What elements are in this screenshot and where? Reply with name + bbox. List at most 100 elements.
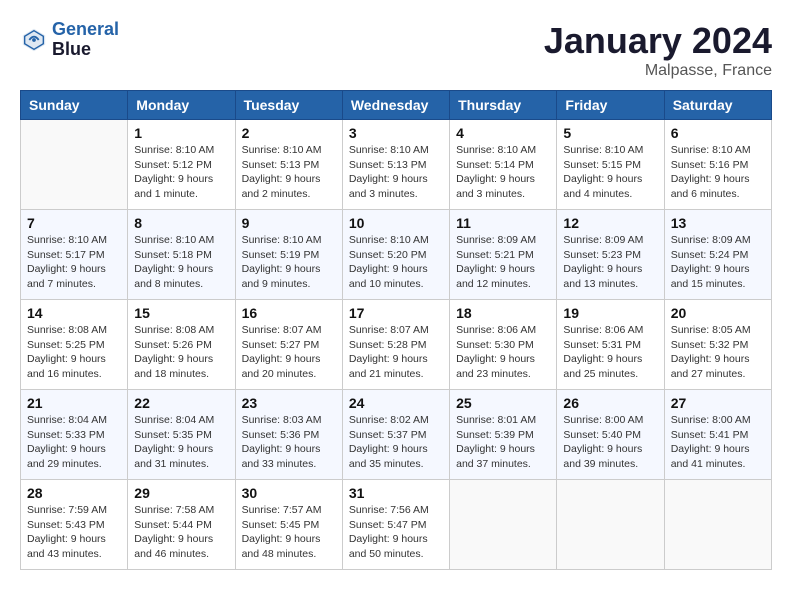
cell-info: Sunrise: 8:04 AMSunset: 5:35 PMDaylight:… [134, 413, 228, 472]
calendar-cell [557, 480, 664, 570]
cell-info: Sunrise: 8:09 AMSunset: 5:23 PMDaylight:… [563, 233, 657, 292]
calendar-cell: 14 Sunrise: 8:08 AMSunset: 5:25 PMDayligh… [21, 300, 128, 390]
calendar-cell: 27 Sunrise: 8:00 AMSunset: 5:41 PMDayligh… [664, 390, 771, 480]
cell-info: Sunrise: 8:09 AMSunset: 5:21 PMDaylight:… [456, 233, 550, 292]
cell-info: Sunrise: 7:57 AMSunset: 5:45 PMDaylight:… [242, 503, 336, 562]
calendar-cell: 8 Sunrise: 8:10 AMSunset: 5:18 PMDaylight… [128, 210, 235, 300]
calendar-cell: 29 Sunrise: 7:58 AMSunset: 5:44 PMDayligh… [128, 480, 235, 570]
day-header-wednesday: Wednesday [342, 91, 449, 120]
date-number: 17 [349, 305, 443, 321]
date-number: 7 [27, 215, 121, 231]
date-number: 26 [563, 395, 657, 411]
cell-info: Sunrise: 8:10 AMSunset: 5:20 PMDaylight:… [349, 233, 443, 292]
calendar-cell: 19 Sunrise: 8:06 AMSunset: 5:31 PMDayligh… [557, 300, 664, 390]
day-header-sunday: Sunday [21, 91, 128, 120]
calendar-cell: 31Sunrise: 7:56 AMSunset: 5:47 PMDayligh… [342, 480, 449, 570]
day-header-saturday: Saturday [664, 91, 771, 120]
date-number: 14 [27, 305, 121, 321]
date-number: 24 [349, 395, 443, 411]
date-number: 18 [456, 305, 550, 321]
header-row: SundayMondayTuesdayWednesdayThursdayFrid… [21, 91, 772, 120]
date-number: 9 [242, 215, 336, 231]
cell-info: Sunrise: 8:07 AMSunset: 5:27 PMDaylight:… [242, 323, 336, 382]
cell-info: Sunrise: 8:00 AMSunset: 5:40 PMDaylight:… [563, 413, 657, 472]
date-number: 16 [242, 305, 336, 321]
cell-info: Sunrise: 8:05 AMSunset: 5:32 PMDaylight:… [671, 323, 765, 382]
date-number: 27 [671, 395, 765, 411]
date-number: 23 [242, 395, 336, 411]
calendar-cell: 21 Sunrise: 8:04 AMSunset: 5:33 PMDayligh… [21, 390, 128, 480]
calendar-cell: 25Sunrise: 8:01 AMSunset: 5:39 PMDayligh… [450, 390, 557, 480]
cell-info: Sunrise: 8:10 AMSunset: 5:19 PMDaylight:… [242, 233, 336, 292]
week-row-5: 28Sunrise: 7:59 AMSunset: 5:43 PMDayligh… [21, 480, 772, 570]
calendar-cell: 20 Sunrise: 8:05 AMSunset: 5:32 PMDayligh… [664, 300, 771, 390]
cell-info: Sunrise: 8:02 AMSunset: 5:37 PMDaylight:… [349, 413, 443, 472]
calendar-cell: 24 Sunrise: 8:02 AMSunset: 5:37 PMDayligh… [342, 390, 449, 480]
calendar-title: January 2024 [544, 20, 772, 62]
calendar-cell: 6 Sunrise: 8:10 AMSunset: 5:16 PMDaylight… [664, 120, 771, 210]
date-number: 19 [563, 305, 657, 321]
week-row-3: 14 Sunrise: 8:08 AMSunset: 5:25 PMDayligh… [21, 300, 772, 390]
cell-info: Sunrise: 7:59 AMSunset: 5:43 PMDaylight:… [27, 503, 121, 562]
page-header: General Blue January 2024 Malpasse, Fran… [20, 20, 772, 80]
date-number: 2 [242, 125, 336, 141]
cell-info: Sunrise: 8:08 AMSunset: 5:25 PMDaylight:… [27, 323, 121, 382]
calendar-cell: 13Sunrise: 8:09 AMSunset: 5:24 PMDayligh… [664, 210, 771, 300]
calendar-cell: 30 Sunrise: 7:57 AMSunset: 5:45 PMDayligh… [235, 480, 342, 570]
date-number: 15 [134, 305, 228, 321]
date-number: 30 [242, 485, 336, 501]
date-number: 10 [349, 215, 443, 231]
calendar-cell: 26 Sunrise: 8:00 AMSunset: 5:40 PMDayligh… [557, 390, 664, 480]
calendar-cell: 2 Sunrise: 8:10 AMSunset: 5:13 PMDaylight… [235, 120, 342, 210]
week-row-1: 1 Sunrise: 8:10 AMSunset: 5:12 PMDaylight… [21, 120, 772, 210]
cell-info: Sunrise: 8:09 AMSunset: 5:24 PMDaylight:… [671, 233, 765, 292]
calendar-cell [664, 480, 771, 570]
calendar-table: SundayMondayTuesdayWednesdayThursdayFrid… [20, 90, 772, 570]
cell-info: Sunrise: 8:03 AMSunset: 5:36 PMDaylight:… [242, 413, 336, 472]
cell-info: Sunrise: 8:10 AMSunset: 5:12 PMDaylight:… [134, 143, 228, 202]
date-number: 5 [563, 125, 657, 141]
cell-info: Sunrise: 8:06 AMSunset: 5:31 PMDaylight:… [563, 323, 657, 382]
cell-info: Sunrise: 8:10 AMSunset: 5:18 PMDaylight:… [134, 233, 228, 292]
calendar-cell: 18Sunrise: 8:06 AMSunset: 5:30 PMDayligh… [450, 300, 557, 390]
calendar-cell: 22 Sunrise: 8:04 AMSunset: 5:35 PMDayligh… [128, 390, 235, 480]
calendar-cell: 10 Sunrise: 8:10 AMSunset: 5:20 PMDayligh… [342, 210, 449, 300]
cell-info: Sunrise: 8:10 AMSunset: 5:13 PMDaylight:… [349, 143, 443, 202]
cell-info: Sunrise: 8:00 AMSunset: 5:41 PMDaylight:… [671, 413, 765, 472]
date-number: 22 [134, 395, 228, 411]
week-row-4: 21 Sunrise: 8:04 AMSunset: 5:33 PMDayligh… [21, 390, 772, 480]
day-header-thursday: Thursday [450, 91, 557, 120]
date-number: 6 [671, 125, 765, 141]
calendar-cell [21, 120, 128, 210]
cell-info: Sunrise: 8:07 AMSunset: 5:28 PMDaylight:… [349, 323, 443, 382]
day-header-friday: Friday [557, 91, 664, 120]
date-number: 29 [134, 485, 228, 501]
logo: General Blue [20, 20, 119, 60]
day-header-monday: Monday [128, 91, 235, 120]
cell-info: Sunrise: 8:10 AMSunset: 5:13 PMDaylight:… [242, 143, 336, 202]
title-area: January 2024 Malpasse, France [544, 20, 772, 80]
calendar-cell: 17 Sunrise: 8:07 AMSunset: 5:28 PMDayligh… [342, 300, 449, 390]
calendar-cell: 23 Sunrise: 8:03 AMSunset: 5:36 PMDayligh… [235, 390, 342, 480]
date-number: 20 [671, 305, 765, 321]
cell-info: Sunrise: 8:10 AMSunset: 5:16 PMDaylight:… [671, 143, 765, 202]
day-header-tuesday: Tuesday [235, 91, 342, 120]
date-number: 8 [134, 215, 228, 231]
calendar-cell: 12Sunrise: 8:09 AMSunset: 5:23 PMDayligh… [557, 210, 664, 300]
week-row-2: 7Sunrise: 8:10 AMSunset: 5:17 PMDaylight… [21, 210, 772, 300]
calendar-cell: 9 Sunrise: 8:10 AMSunset: 5:19 PMDaylight… [235, 210, 342, 300]
calendar-cell: 3 Sunrise: 8:10 AMSunset: 5:13 PMDaylight… [342, 120, 449, 210]
calendar-cell: 1 Sunrise: 8:10 AMSunset: 5:12 PMDaylight… [128, 120, 235, 210]
cell-info: Sunrise: 7:56 AMSunset: 5:47 PMDaylight:… [349, 503, 443, 562]
calendar-cell: 28Sunrise: 7:59 AMSunset: 5:43 PMDayligh… [21, 480, 128, 570]
cell-info: Sunrise: 8:08 AMSunset: 5:26 PMDaylight:… [134, 323, 228, 382]
cell-info: Sunrise: 8:04 AMSunset: 5:33 PMDaylight:… [27, 413, 121, 472]
cell-info: Sunrise: 8:10 AMSunset: 5:15 PMDaylight:… [563, 143, 657, 202]
calendar-cell: 5 Sunrise: 8:10 AMSunset: 5:15 PMDaylight… [557, 120, 664, 210]
date-number: 21 [27, 395, 121, 411]
date-number: 3 [349, 125, 443, 141]
cell-info: Sunrise: 7:58 AMSunset: 5:44 PMDaylight:… [134, 503, 228, 562]
calendar-cell: 16 Sunrise: 8:07 AMSunset: 5:27 PMDayligh… [235, 300, 342, 390]
date-number: 1 [134, 125, 228, 141]
date-number: 25 [456, 395, 550, 411]
